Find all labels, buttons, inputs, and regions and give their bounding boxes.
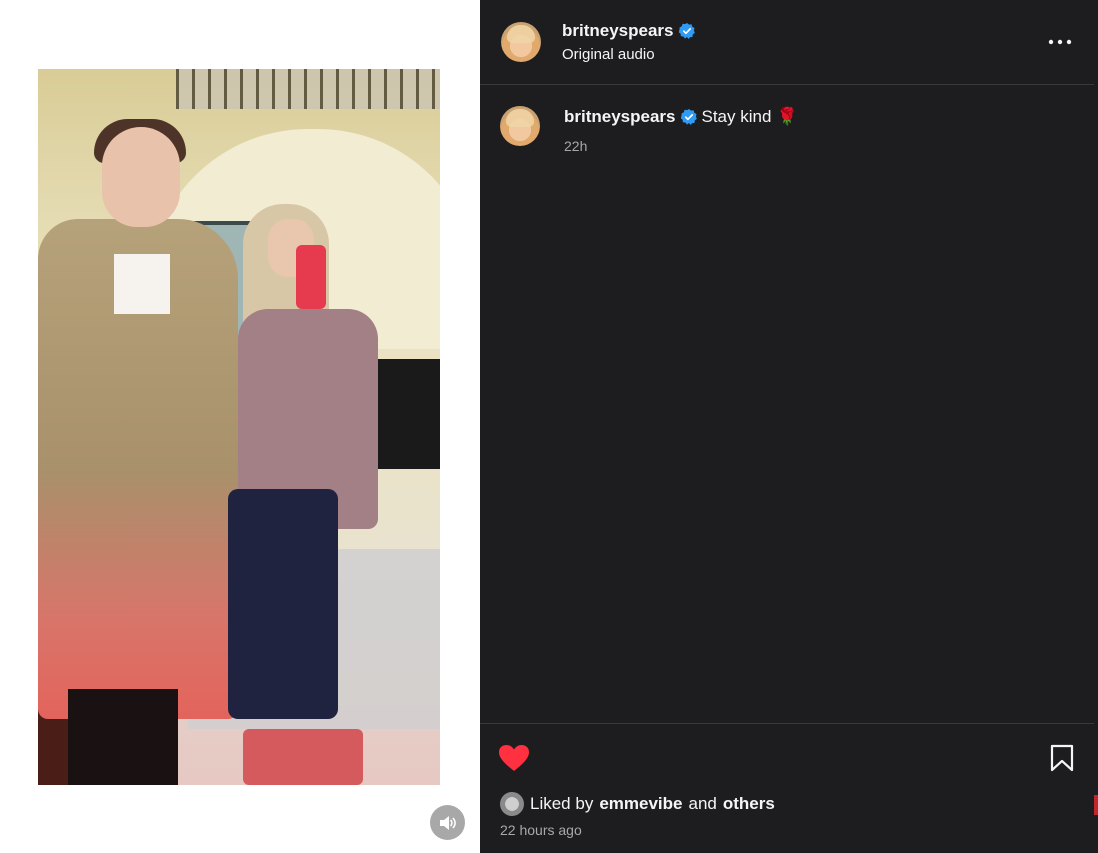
media-area	[0, 0, 480, 853]
heart-icon	[499, 745, 529, 771]
bookmark-icon	[1050, 744, 1074, 772]
header-username[interactable]: britneyspears	[562, 21, 695, 41]
more-options-button[interactable]	[1040, 28, 1080, 56]
verified-badge-icon	[678, 23, 695, 39]
background-piano	[378, 359, 440, 469]
caption-text: Stay kind	[701, 107, 772, 126]
liked-by-and: and	[688, 794, 717, 813]
post-header: britneyspears Original audio	[480, 0, 1094, 85]
person-right-shoes	[243, 729, 363, 785]
liker-avatar[interactable]	[500, 792, 524, 816]
username-text[interactable]: britneyspears	[562, 21, 674, 41]
audio-label[interactable]: Original audio	[562, 46, 655, 63]
speaker-icon	[439, 815, 456, 830]
liked-by-prefix: Liked by	[530, 794, 594, 813]
rose-emoji: 🌹	[776, 107, 798, 126]
caption-timestamp[interactable]: 22h	[564, 138, 587, 154]
post-footer: Liked by emmevibe and others 22 hours ag…	[480, 723, 1094, 853]
likes-summary: Liked by emmevibe and others	[500, 792, 775, 816]
mute-button[interactable]	[430, 805, 465, 840]
reel-video[interactable]	[38, 69, 440, 785]
person-left-legs	[68, 689, 178, 785]
phone	[296, 245, 326, 309]
person-left-shirt	[114, 254, 170, 314]
avatar[interactable]	[501, 22, 541, 62]
person-left-head	[102, 127, 180, 227]
caption-avatar[interactable]	[500, 106, 540, 146]
posted-time[interactable]: 22 hours ago	[500, 822, 582, 838]
save-button[interactable]	[1050, 744, 1078, 774]
caption-username[interactable]: britneyspears	[564, 107, 676, 127]
like-button[interactable]	[498, 744, 532, 774]
post-panel: britneyspears Original audio britneyspea…	[480, 0, 1098, 853]
liked-by-others[interactable]: others	[723, 794, 775, 814]
edge-indicator	[1094, 795, 1098, 815]
background-railing	[176, 69, 440, 109]
verified-badge-icon	[680, 109, 697, 125]
more-options-icon	[1048, 39, 1072, 45]
caption: britneyspears Stay kind 🌹	[564, 107, 798, 127]
liked-by-user[interactable]: emmevibe	[599, 794, 682, 814]
person-right-jeans	[228, 489, 338, 719]
